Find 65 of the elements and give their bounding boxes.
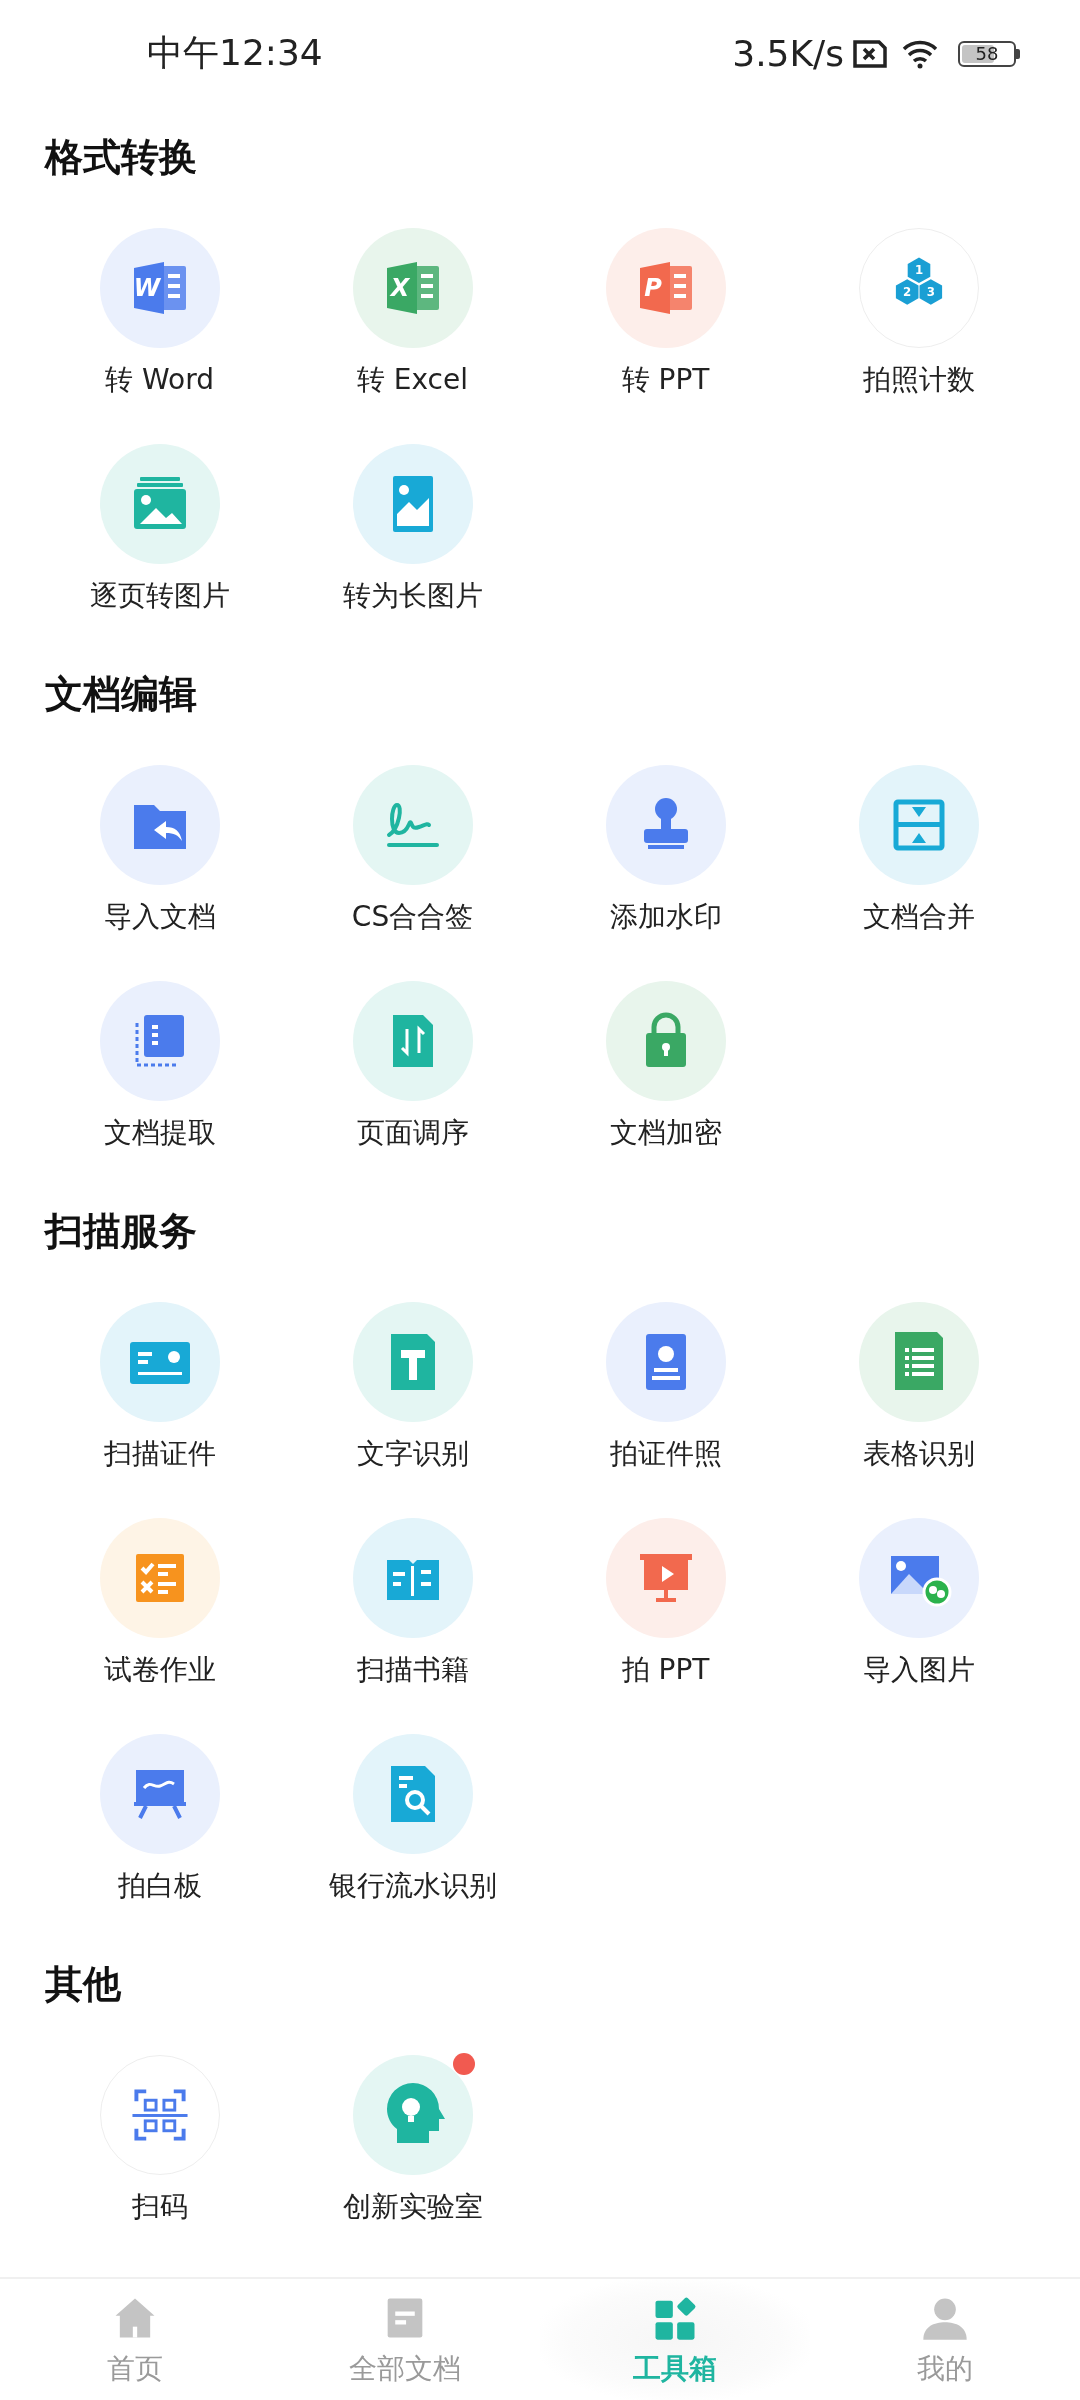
tool-button[interactable]: 导入图片 (792, 1518, 1045, 1689)
portrait-card-icon (645, 1334, 686, 1391)
tool-button[interactable]: 转为长图片 (286, 444, 539, 615)
tool-button[interactable]: P 转 PPT (539, 228, 792, 399)
stamp-icon (643, 798, 688, 850)
image-icon (392, 476, 433, 533)
icon-letter: P (643, 274, 662, 303)
spreadsheet-icon (386, 262, 439, 315)
tool-button[interactable]: 导入文档 (33, 765, 286, 936)
tool-button[interactable]: X 转 Excel (286, 228, 539, 399)
icon-letter: W (133, 274, 160, 303)
folder-icon (133, 805, 186, 850)
no-sim-icon (852, 38, 888, 69)
table-document-icon (894, 1332, 943, 1391)
tool-button[interactable]: 扫描书籍 (286, 1518, 539, 1689)
tool-button[interactable]: 文档加密 (539, 981, 792, 1152)
lightbulb-head-icon (386, 2083, 445, 2144)
wifi-icon (902, 38, 938, 69)
text-document-icon (390, 1334, 435, 1391)
tool-button[interactable]: 试卷作业 (33, 1518, 286, 1689)
tool-button[interactable]: 1 2 3 拍照计数 (792, 228, 1045, 399)
id-card-icon (129, 1342, 190, 1385)
tool-button[interactable]: 扫描证件 (33, 1302, 286, 1473)
image-chat-icon (890, 1556, 951, 1607)
section-title: 文档编辑 (45, 671, 198, 719)
battery-percent: 58 (975, 43, 999, 64)
document-extract-icon (135, 1015, 184, 1067)
reorder-icon (392, 1015, 433, 1068)
tool-button[interactable]: 文字识别 (286, 1302, 539, 1473)
icon-letter: 3 (926, 285, 935, 300)
tool-button[interactable]: W 转 Word (33, 228, 286, 399)
projector-screen-icon (639, 1554, 692, 1603)
tool-button[interactable]: 表格识别 (792, 1302, 1045, 1473)
tool-button[interactable]: 添加水印 (539, 765, 792, 936)
section-title: 格式转换 (45, 134, 198, 182)
tool-button[interactable]: 文档合并 (792, 765, 1045, 936)
section-title: 其他 (45, 1961, 122, 2009)
tool-button[interactable]: 扫码 (33, 2055, 286, 2226)
icon-letter: 1 (914, 263, 923, 278)
tool-button[interactable]: 逐页转图片 (33, 444, 286, 615)
tool-button[interactable]: CS合合签 (286, 765, 539, 936)
tool-button[interactable]: 页面调序 (286, 981, 539, 1152)
tool-button[interactable]: 拍白板 (33, 1734, 286, 1905)
presentation-icon (639, 262, 692, 315)
book-icon (386, 1560, 439, 1601)
document-search-icon (390, 1766, 435, 1823)
tool-button[interactable]: 创新实验室 (286, 2055, 539, 2226)
signature-icon (386, 803, 439, 848)
tool-button[interactable]: 文档提取 (33, 981, 286, 1152)
qr-scan-icon (131, 2089, 188, 2141)
icon-letter: X (390, 274, 409, 303)
checklist-icon (135, 1554, 184, 1603)
word-document-icon (133, 262, 186, 315)
status-time: 中午12:34 (147, 31, 323, 76)
whiteboard-icon (133, 1770, 186, 1821)
image-stack-icon (133, 477, 186, 530)
lock-icon (645, 1012, 686, 1068)
tool-button[interactable]: 银行流水识别 (286, 1734, 539, 1905)
merge-icon (893, 799, 944, 851)
tool-button[interactable]: 拍 PPT (539, 1518, 792, 1689)
icon-letter: 2 (902, 285, 911, 300)
hexagons-icon (895, 257, 942, 305)
tool-button[interactable]: 拍证件照 (539, 1302, 792, 1473)
section-title: 扫描服务 (45, 1208, 198, 1256)
network-speed: 3.5K/s (732, 33, 844, 75)
